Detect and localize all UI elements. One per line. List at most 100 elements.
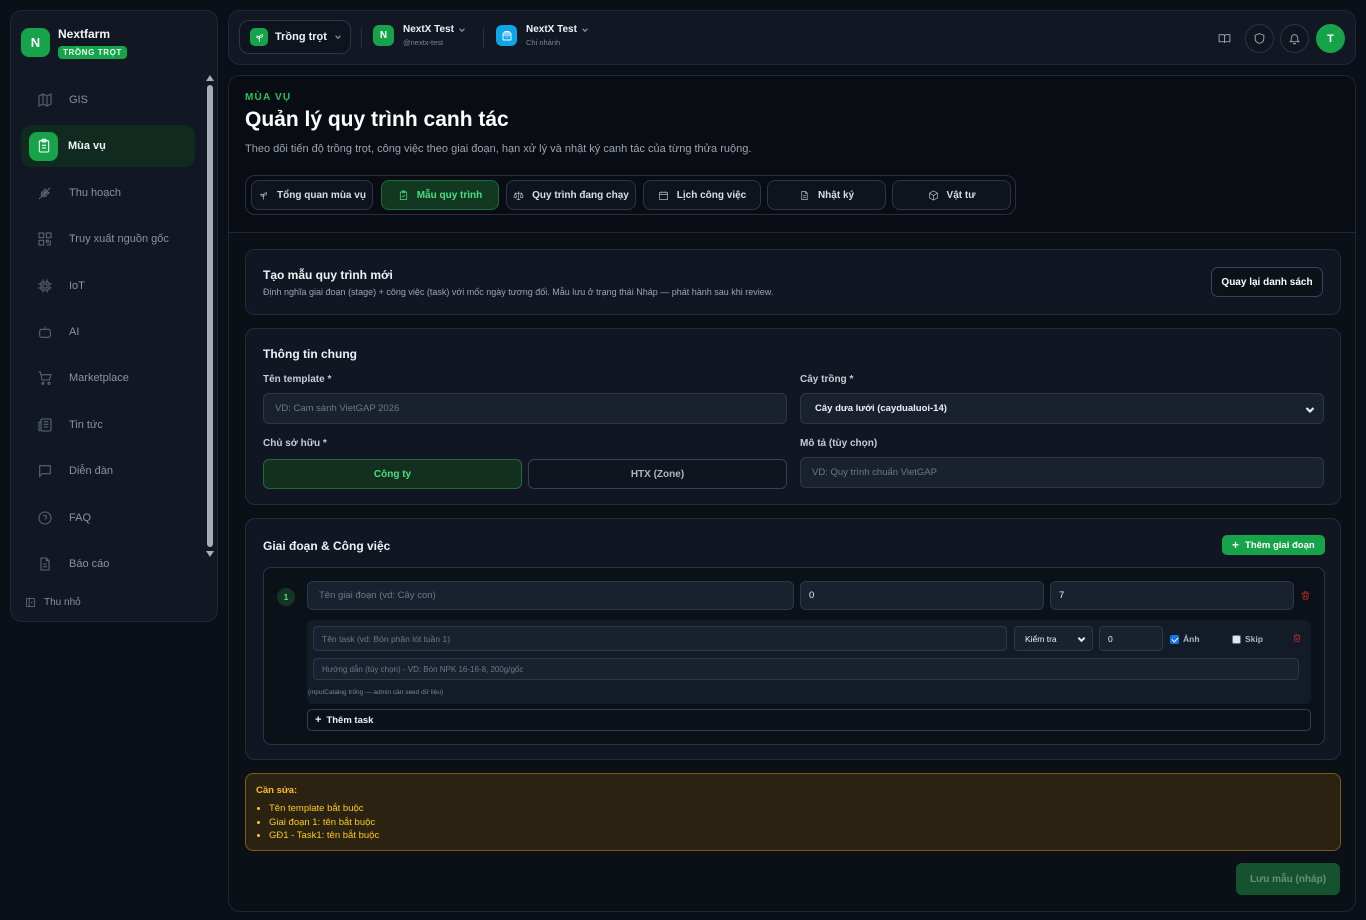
calendar-icon	[658, 190, 668, 200]
domain-switcher[interactable]: Trồng trọt	[239, 20, 351, 54]
scroll-up-arrow-icon[interactable]	[206, 75, 214, 81]
tab-label: Mẫu quy trình	[416, 189, 483, 201]
description-input[interactable]: VD: Quy trình chuẩn VietGAP	[800, 457, 1324, 488]
page-eyebrow: MÙA VỤ	[245, 92, 292, 103]
back-to-list-button[interactable]: Quay lại danh sách	[1211, 267, 1323, 297]
scroll-thumb[interactable]	[207, 85, 213, 547]
add-stage-label: Thêm giai đoạn	[1245, 539, 1315, 551]
task-photo-checkbox[interactable]: Ảnh	[1170, 634, 1200, 644]
brand-badge: TRỒNG TRỌT	[58, 46, 127, 59]
sidebar-item-bao-cao[interactable]: Báo cáo	[21, 543, 195, 585]
delete-stage-icon[interactable]	[1300, 590, 1311, 601]
general-info-card: Thông tin chung Tên template * VD: Cam s…	[245, 328, 1341, 505]
domain-label: Trồng trọt	[275, 31, 327, 43]
sidebar-item-thu-hoach[interactable]: Thu hoạch	[21, 172, 195, 214]
tab-quy-trinh-dang-chay[interactable]: Quy trình đang chạy	[506, 180, 636, 210]
panel-collapse-icon	[26, 598, 35, 607]
plus-icon: +	[1232, 538, 1240, 552]
template-name-label: Tên template *	[263, 374, 332, 385]
sidebar-item-label: AI	[69, 325, 80, 338]
sidebar-item-faq[interactable]: FAQ	[21, 497, 195, 539]
sidebar-item-mua-vu[interactable]: Mùa vụ	[21, 125, 195, 168]
sidebar-item-label: Báo cáo	[69, 557, 110, 570]
chevron-down-icon	[582, 27, 588, 32]
sidebar-item-dien-dan[interactable]: Diễn đàn	[21, 450, 195, 492]
stage-number: 1	[277, 588, 295, 606]
tab-label: Vật tư	[946, 189, 976, 201]
sidebar-item-label: Truy xuất nguồn gốc	[69, 233, 169, 246]
stage-block: 1 Tên giai đoạn (vd: Cây con) 0 7 Tên ta…	[263, 567, 1325, 745]
owner-option-company[interactable]: Công ty	[263, 459, 522, 489]
checkbox-unchecked-icon	[1232, 634, 1241, 644]
stage-start-day-input[interactable]: 0	[800, 581, 1044, 610]
org-name: NextX Test	[403, 24, 454, 35]
sidebar-item-label: FAQ	[69, 511, 92, 524]
task-skip-checkbox[interactable]: Skip	[1232, 634, 1263, 644]
task-offset-input[interactable]: 0	[1099, 626, 1163, 651]
tab-lich-cong-viec[interactable]: Lịch công việc	[643, 180, 761, 210]
owner-label: Chủ sở hữu *	[263, 438, 327, 449]
sidebar-item-marketplace[interactable]: Marketplace	[21, 357, 195, 399]
task-guide-input[interactable]: Hướng dẫn (tùy chọn) - VD: Bón NPK 16-16…	[313, 658, 1299, 680]
shield-icon	[1254, 33, 1265, 44]
create-card-title: Tạo mẫu quy trình mới	[263, 268, 393, 282]
docs-button[interactable]	[1210, 24, 1239, 53]
cart-icon	[38, 371, 52, 386]
security-button[interactable]	[1245, 24, 1274, 53]
task-type-select[interactable]: Kiểm tra	[1014, 626, 1093, 651]
tab-nhat-ky[interactable]: Nhật ký	[767, 180, 886, 210]
clipboard-check-icon	[399, 190, 407, 200]
add-stage-button[interactable]: + Thêm giai đoạn	[1222, 535, 1325, 555]
task-name-input[interactable]: Tên task (vd: Bón phân lót tuần 1)	[313, 626, 1007, 651]
tab-label: Quy trình đang chạy	[532, 189, 629, 201]
add-task-label: Thêm task	[326, 714, 374, 726]
general-info-title: Thông tin chung	[263, 347, 357, 361]
stages-title: Giai đoạn & Công việc	[263, 539, 391, 553]
stage-name-input[interactable]: Tên giai đoạn (vd: Cây con)	[307, 581, 794, 610]
main-content: MÙA VỤ Quản lý quy trình canh tác Theo d…	[228, 75, 1356, 912]
brand-logo: N	[21, 28, 50, 57]
user-avatar[interactable]: T	[1316, 24, 1345, 53]
crop-select-value: Cây dưa lưới (caydualuoi-14)	[815, 403, 947, 414]
notifications-button[interactable]	[1280, 24, 1309, 53]
sidebar-item-gis[interactable]: GIS	[21, 79, 195, 121]
add-task-button[interactable]: + Thêm task	[307, 709, 1311, 731]
sidebar-scrollbar[interactable]	[205, 75, 215, 581]
crop-select[interactable]: Cây dưa lưới (caydualuoi-14)	[800, 393, 1324, 424]
qr-code-icon	[38, 232, 52, 246]
save-draft-button[interactable]: Lưu mẫu (nháp)	[1236, 863, 1340, 895]
tab-tong-quan[interactable]: Tổng quan mùa vụ	[251, 180, 373, 210]
sidebar-item-iot[interactable]: IoT	[21, 265, 195, 307]
crop-label: Cây trồng *	[800, 374, 854, 385]
tab-bar: Tổng quan mùa vụ Mẫu quy trình Quy trình…	[245, 175, 1016, 215]
stage-end-day-input[interactable]: 7	[1050, 581, 1294, 610]
template-name-input[interactable]: VD: Cam sành VietGAP 2026	[263, 393, 787, 424]
checkbox-checked-icon	[1170, 634, 1179, 644]
page-description: Theo dõi tiến độ trồng trọt, công việc t…	[245, 143, 752, 155]
divider	[361, 28, 362, 48]
sidebar-item-label: Mùa vụ	[68, 140, 106, 153]
branch-switcher[interactable]: NextX Test Chi nhánh	[496, 24, 589, 47]
tab-label: Tổng quan mùa vụ	[277, 189, 366, 201]
collapse-sidebar-button[interactable]: Thu nhỏ	[25, 597, 81, 608]
tab-vat-tu[interactable]: Vật tư	[892, 180, 1011, 210]
org-switcher[interactable]: N NextX Test @nextx-test	[373, 24, 466, 47]
delete-task-icon[interactable]	[1292, 633, 1302, 643]
owner-option-htx[interactable]: HTX (Zone)	[528, 459, 787, 489]
sidebar-item-ai[interactable]: AI	[21, 311, 195, 353]
chevron-down-icon	[1305, 407, 1315, 414]
sidebar-item-label: Diễn đàn	[69, 465, 114, 478]
chevron-down-icon	[335, 35, 341, 40]
chevron-down-icon	[459, 27, 465, 32]
sidebar-item-truy-xuat[interactable]: Truy xuất nguồn gốc	[21, 218, 195, 260]
org-avatar: N	[373, 25, 394, 46]
scroll-down-arrow-icon[interactable]	[206, 551, 214, 557]
tab-mau-quy-trinh[interactable]: Mẫu quy trình	[381, 180, 499, 210]
chat-icon	[39, 465, 51, 478]
chip-icon	[38, 278, 52, 293]
brand[interactable]: N Nextfarm TRỒNG TRỌT	[21, 27, 127, 60]
sidebar-item-tin-tuc[interactable]: Tin tức	[21, 404, 195, 446]
help-circle-icon	[38, 510, 52, 525]
tab-label: Nhật ký	[817, 189, 855, 201]
warning-item: Giai đoạn 1: tên bắt buộc	[269, 816, 1330, 830]
